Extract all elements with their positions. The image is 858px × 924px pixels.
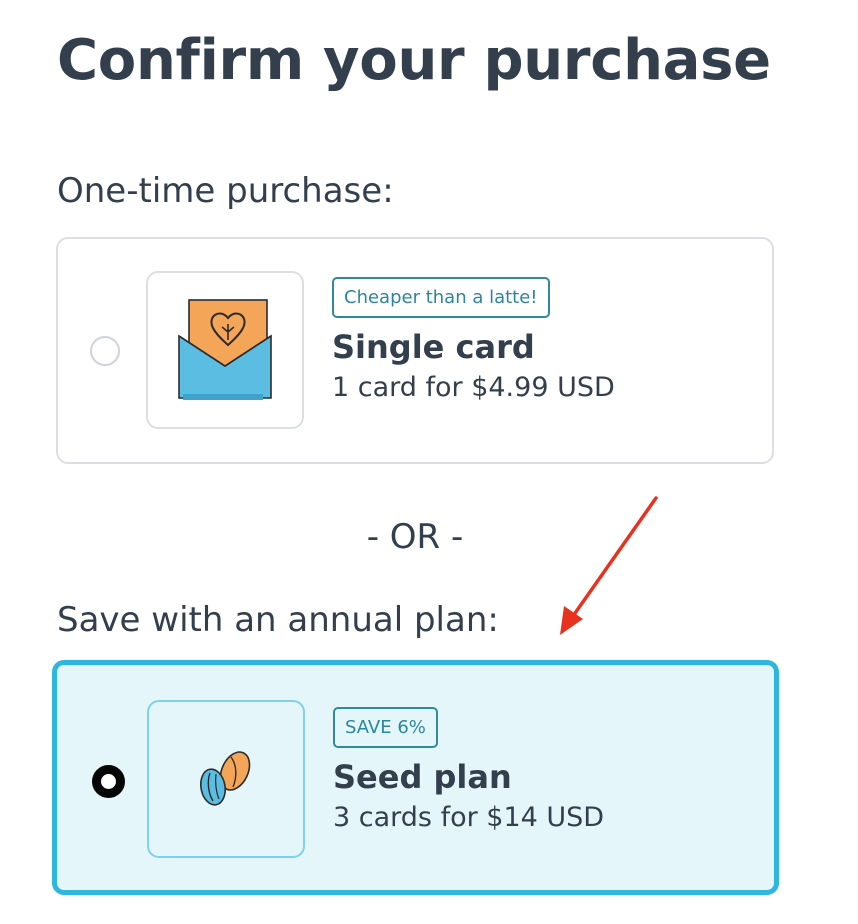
one-time-heading: One-time purchase:: [57, 171, 394, 211]
card-envelope-icon: [178, 299, 272, 400]
single-card-radio[interactable]: [90, 336, 120, 366]
seed-plan-thumbnail: [147, 700, 305, 858]
seed-plan-price: 3 cards for $14 USD: [333, 802, 605, 834]
single-card-thumbnail: [146, 271, 304, 429]
seed-plan-radio[interactable]: [92, 765, 125, 798]
seed-plan-info: SAVE 6% Seed plan 3 cards for $14 USD: [333, 707, 604, 835]
seed-plan-option[interactable]: SAVE 6% Seed plan 3 cards for $14 USD: [52, 660, 779, 895]
single-card-name: Single card: [332, 328, 535, 366]
single-card-option[interactable]: Cheaper than a latte! Single card 1 card…: [56, 237, 774, 464]
annual-plan-heading: Save with an annual plan:: [57, 600, 499, 640]
single-card-price: 1 card for $4.99 USD: [332, 372, 615, 404]
page-title: Confirm your purchase: [57, 28, 771, 93]
seed-plan-name: Seed plan: [333, 758, 512, 796]
seed-plan-badge: SAVE 6%: [333, 707, 438, 748]
single-card-badge: Cheaper than a latte!: [332, 277, 550, 318]
single-card-info: Cheaper than a latte! Single card 1 card…: [332, 277, 615, 405]
seeds-icon: [199, 751, 251, 806]
or-divider: - OR -: [366, 517, 464, 557]
red-arrow-icon: [560, 496, 658, 635]
